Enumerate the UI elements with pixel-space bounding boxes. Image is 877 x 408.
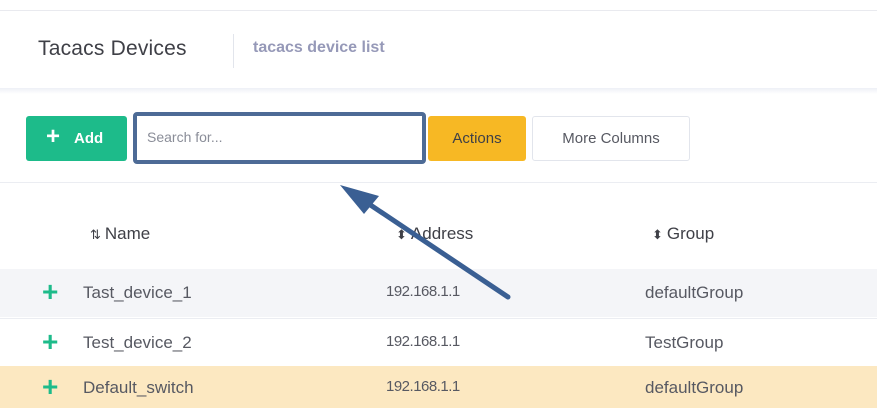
page-title: Tacacs Devices <box>38 37 187 60</box>
device-group-cell: defaultGroup <box>645 378 744 397</box>
column-header-address[interactable]: ⬍ Address <box>396 224 473 244</box>
column-header-group[interactable]: ⬍ Group <box>652 224 714 244</box>
add-button-label: Add <box>74 130 104 147</box>
device-address-cell: 192.168.1.1 <box>386 378 460 395</box>
expand-plus-icon[interactable]: + <box>42 278 58 306</box>
device-group-cell: defaultGroup <box>645 283 744 302</box>
header-separator <box>233 34 234 68</box>
toolbar-divider <box>0 182 877 183</box>
device-name-cell: Test_device_2 <box>83 333 192 352</box>
table-row-highlighted: + Default_switch 192.168.1.1 defaultGrou… <box>0 366 877 408</box>
sort-amount-icon: ⇅ <box>90 227 101 242</box>
add-button[interactable]: + Add <box>26 116 127 161</box>
table-row: + Test_device_2 192.168.1.1 TestGroup <box>0 318 877 366</box>
expand-plus-icon[interactable]: + <box>42 373 58 401</box>
column-header-label: Group <box>666 224 715 243</box>
device-address-cell: 192.168.1.1 <box>386 283 460 300</box>
header-shadow <box>0 88 877 94</box>
search-box <box>133 112 426 164</box>
column-header-name[interactable]: ⇅ Name <box>90 224 150 244</box>
page-subtitle: tacacs device list <box>253 39 385 56</box>
table-row: + Tast_device_1 192.168.1.1 defaultGroup <box>0 269 877 317</box>
sort-icon: ⬍ <box>396 227 407 242</box>
column-header-label: Name <box>104 224 151 243</box>
device-name-cell: Tast_device_1 <box>83 283 192 302</box>
column-header-label: Address <box>410 224 474 243</box>
device-group-cell: TestGroup <box>645 333 724 352</box>
search-input[interactable] <box>147 125 407 149</box>
device-address-cell: 192.168.1.1 <box>386 333 460 350</box>
actions-button[interactable]: Actions <box>428 116 526 161</box>
more-columns-button[interactable]: More Columns <box>532 116 690 161</box>
device-name-cell: Default_switch <box>83 378 194 397</box>
plus-icon: + <box>46 123 61 150</box>
sort-icon: ⬍ <box>652 227 663 242</box>
expand-plus-icon[interactable]: + <box>42 328 58 356</box>
